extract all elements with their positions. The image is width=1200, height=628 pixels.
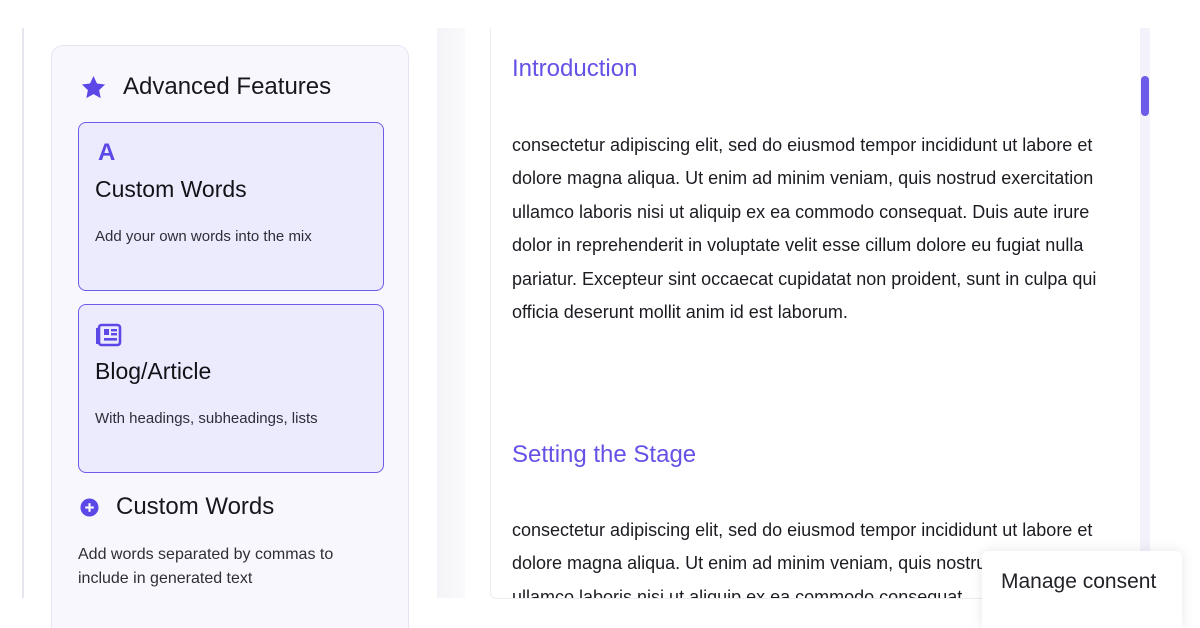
card-description: Add your own words into the mix	[95, 228, 312, 245]
plus-circle-icon	[80, 497, 99, 517]
blog-article-card[interactable]: Blog/Article With headings, subheadings,…	[78, 304, 384, 473]
manage-consent-button[interactable]: Manage consent	[982, 551, 1182, 628]
panel-gutter	[437, 28, 465, 598]
left-divider	[22, 28, 24, 598]
custom-words-header: Custom Words	[80, 493, 274, 521]
page: Advanced Features A Custom Words Add you…	[0, 0, 1200, 628]
custom-words-description: Add words separated by commas to include…	[78, 546, 334, 587]
scrollbar-thumb[interactable]	[1141, 76, 1149, 116]
section-heading: Introduction	[512, 55, 638, 82]
card-title: Blog/Article	[95, 358, 212, 384]
advanced-features-title: Advanced Features	[123, 73, 332, 100]
article-icon	[96, 323, 122, 347]
card-description: With headings, subheadings, lists	[95, 410, 318, 427]
custom-words-card[interactable]: A Custom Words Add your own words into t…	[78, 122, 384, 291]
generated-text-panel: Introduction consectetur adipiscing elit…	[490, 28, 1151, 599]
custom-words-title: Custom Words	[116, 493, 275, 520]
card-title: Custom Words	[95, 176, 247, 202]
advanced-features-header: Advanced Features	[80, 73, 331, 101]
manage-consent-label: Manage consent	[1001, 570, 1157, 593]
section-paragraph: consectetur adipiscing elit, sed do eius…	[512, 135, 1097, 323]
section-heading: Setting the Stage	[512, 441, 697, 468]
letter-a-icon: A	[98, 139, 116, 166]
star-icon	[80, 74, 107, 101]
